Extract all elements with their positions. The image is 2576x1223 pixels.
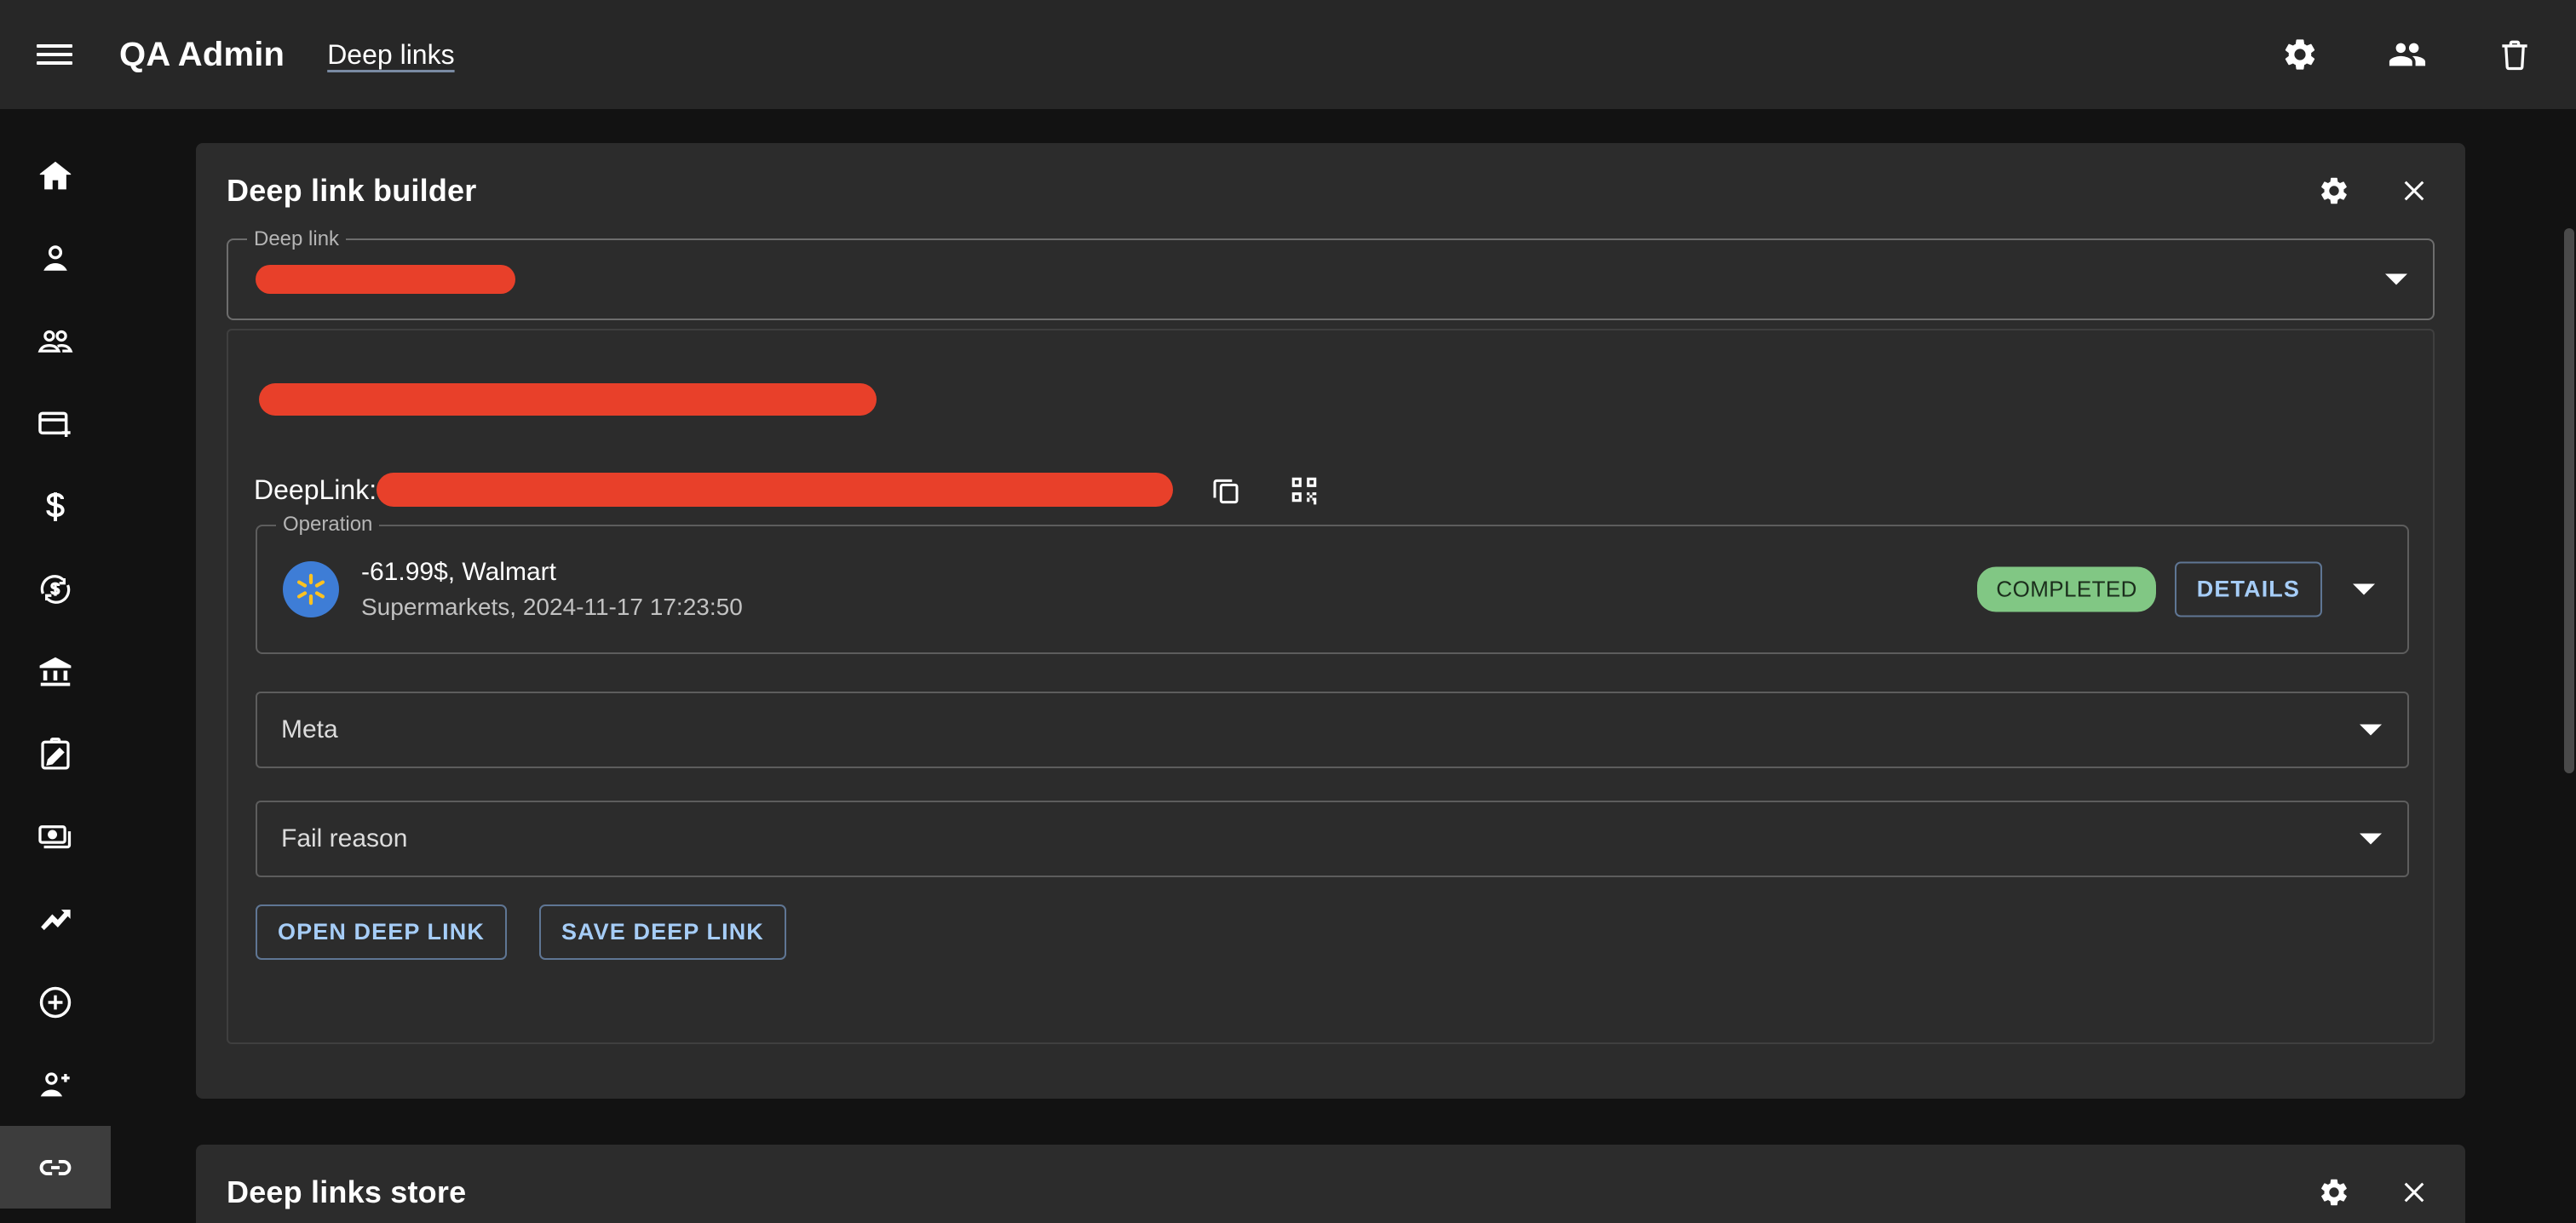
deep-link-builder-card: Deep link builder Deep link DeepLink: Op…: [196, 143, 2465, 1099]
dollar-icon: [36, 487, 75, 526]
qr-code-icon[interactable]: [1277, 462, 1331, 517]
card-header-actions: [2303, 160, 2445, 221]
chevron-down-icon[interactable]: [2341, 566, 2387, 612]
redacted-description: [259, 383, 877, 416]
deep-links-store-card: Deep links store: [196, 1145, 2465, 1223]
home-icon: [36, 157, 75, 196]
deep-link-select[interactable]: Deep link: [227, 228, 2435, 320]
deeplink-value-row: DeepLink:: [254, 462, 1331, 517]
operation-fieldset: Operation -61.99$, Walmart Supermarkets,…: [256, 514, 2409, 654]
chevron-down-icon[interactable]: [2385, 273, 2407, 285]
meta-accordion[interactable]: Meta: [256, 692, 2409, 768]
page-title: Deep link builder: [227, 173, 477, 208]
details-button[interactable]: DETAILS: [2174, 561, 2322, 617]
plus-circle-icon: [36, 983, 75, 1022]
sidebar-item-users[interactable]: [0, 300, 111, 382]
panel-actions: OPEN DEEP LINK SAVE DEEP LINK: [256, 904, 786, 960]
people-icon[interactable]: [2370, 17, 2445, 92]
card-header: Deep link builder: [196, 143, 2465, 238]
sidebar-item-user[interactable]: [0, 217, 111, 300]
store-card-title: Deep links store: [227, 1174, 467, 1209]
card-add-icon: [36, 405, 75, 444]
copy-icon[interactable]: [1199, 462, 1253, 517]
sidebar-item-add-card[interactable]: [0, 382, 111, 465]
scrollbar-track[interactable]: [2562, 109, 2576, 1223]
app-title: QA Admin: [119, 35, 285, 73]
sidebar-item-home[interactable]: [0, 135, 111, 217]
trending-up-icon: [36, 900, 75, 939]
operation-actions: COMPLETED DETAILS: [1977, 561, 2387, 617]
sidebar-item-analytics[interactable]: [0, 878, 111, 961]
hamburger-menu-icon[interactable]: [17, 17, 92, 92]
operation-legend: Operation: [276, 514, 380, 536]
fail-reason-accordion-label: Fail reason: [281, 824, 408, 853]
sidebar-item-requests[interactable]: [0, 713, 111, 795]
close-icon[interactable]: [2383, 160, 2445, 221]
deeplink-label: DeepLink:: [254, 474, 377, 505]
sidebar-item-keys[interactable]: [0, 1209, 111, 1223]
card-header: Deep links store: [196, 1145, 2465, 1223]
open-deep-link-button[interactable]: OPEN DEEP LINK: [256, 904, 507, 960]
sidebar-item-payments[interactable]: [0, 465, 111, 548]
sidebar-item-cash[interactable]: [0, 795, 111, 878]
trash-icon[interactable]: [2477, 17, 2552, 92]
operation-category-date: Supermarkets, 2024-11-17 17:23:50: [361, 594, 743, 620]
sidebar-item-exchange[interactable]: [0, 548, 111, 630]
people-icon: [36, 322, 75, 361]
app-bar-actions: [2263, 0, 2552, 109]
sidebar-item-add-user[interactable]: [0, 1043, 111, 1126]
deeplink-actions: [1199, 462, 1331, 517]
clipboard-edit-icon: [36, 735, 75, 774]
walmart-spark-icon: [283, 561, 339, 617]
gear-icon[interactable]: [2263, 17, 2337, 92]
deep-link-detail-panel: DeepLink: Operation -61.99$, Walmart Sup…: [227, 329, 2435, 1044]
main-content: Deep link builder Deep link DeepLink: Op…: [111, 109, 2576, 1223]
currency-exchange-icon: [36, 570, 75, 609]
status-badge: COMPLETED: [1977, 566, 2156, 612]
person-icon: [36, 239, 75, 278]
scrollbar-thumb[interactable]: [2564, 228, 2574, 773]
bank-icon: [36, 652, 75, 692]
app-bar: QA Admin Deep links: [0, 0, 2576, 109]
card-header-actions: [2303, 1162, 2445, 1223]
hamburger-bar: [37, 53, 72, 56]
close-icon[interactable]: [2383, 1162, 2445, 1223]
meta-accordion-label: Meta: [281, 715, 338, 744]
fail-reason-accordion[interactable]: Fail reason: [256, 801, 2409, 877]
gear-icon[interactable]: [2303, 1162, 2365, 1223]
banknote-icon: [36, 818, 75, 857]
gear-icon[interactable]: [2303, 160, 2365, 221]
chevron-down-icon[interactable]: [2360, 833, 2382, 845]
deep-link-select-label: Deep link: [247, 228, 347, 250]
deep-link-select-value: [247, 265, 515, 294]
sidebar: [0, 109, 111, 1223]
sidebar-item-create[interactable]: [0, 961, 111, 1043]
operation-body: -61.99$, Walmart Supermarkets, 2024-11-1…: [283, 554, 743, 624]
chevron-down-icon[interactable]: [2360, 724, 2382, 736]
sidebar-item-deep-links[interactable]: [0, 1126, 111, 1209]
redacted-deeplink-value: [377, 473, 1174, 507]
sidebar-item-bank[interactable]: [0, 630, 111, 713]
hamburger-bar: [37, 61, 72, 65]
operation-amount-merchant: -61.99$, Walmart: [361, 558, 556, 586]
hamburger-bar: [37, 44, 72, 48]
redacted-value: [256, 265, 515, 294]
breadcrumb[interactable]: Deep links: [327, 39, 454, 71]
person-add-icon: [36, 1065, 75, 1105]
link-icon: [36, 1148, 75, 1187]
save-deep-link-button[interactable]: SAVE DEEP LINK: [538, 904, 786, 960]
